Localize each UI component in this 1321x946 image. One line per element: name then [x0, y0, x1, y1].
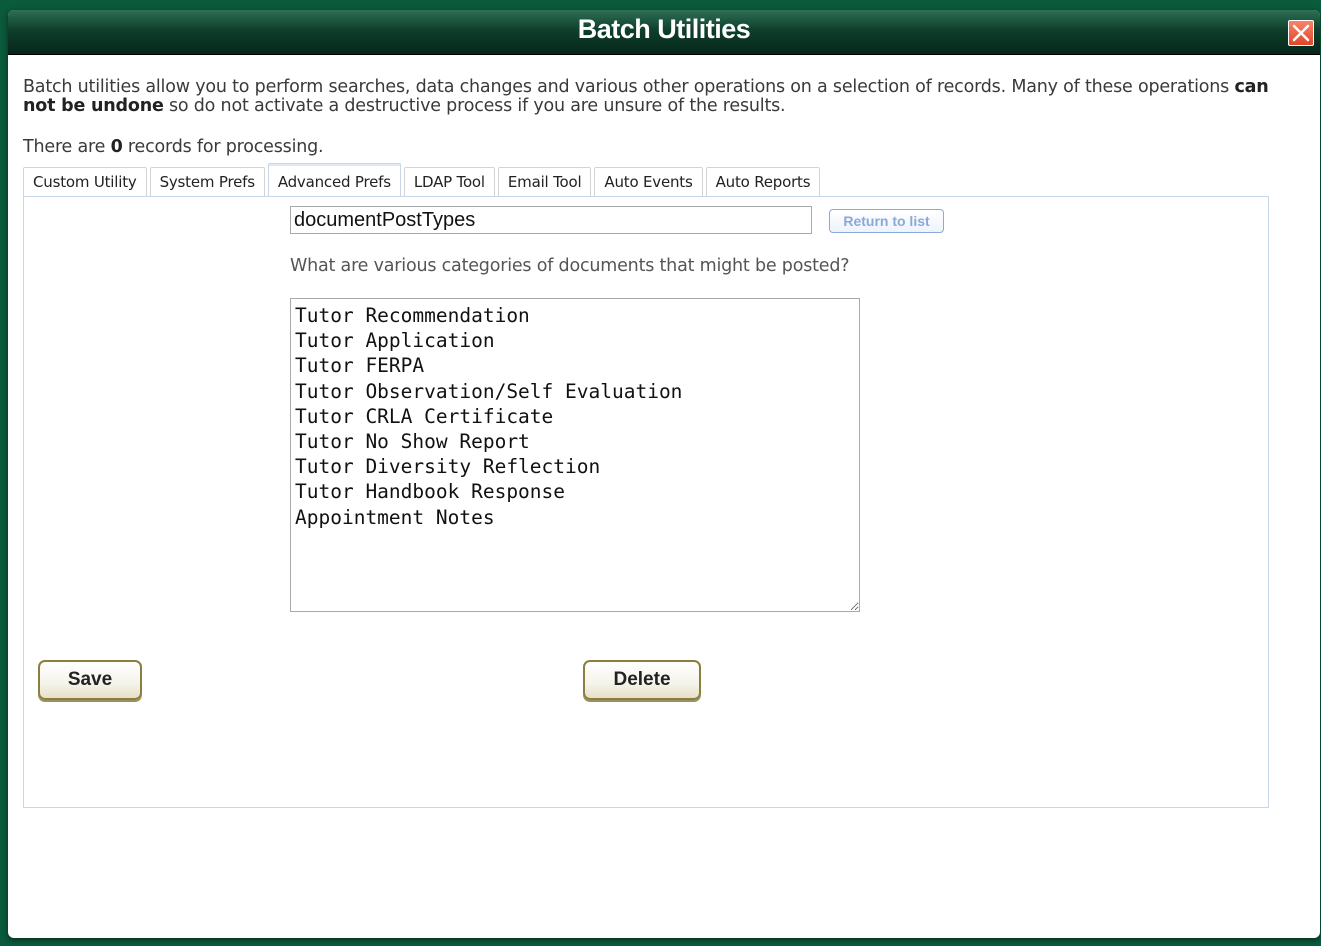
intro-text-end: so do not activate a destructive process… — [163, 96, 786, 116]
records-suffix: records for processing. — [122, 137, 324, 157]
return-to-list-button[interactable]: Return to list — [829, 209, 944, 233]
tab-advanced-prefs[interactable]: Advanced Prefs — [267, 163, 401, 196]
records-count: 0 — [110, 137, 123, 157]
dialog-titlebar[interactable]: Batch Utilities — [8, 10, 1320, 55]
tab-system-prefs[interactable]: System Prefs — [149, 167, 265, 196]
delete-button[interactable]: Delete — [583, 660, 701, 700]
dialog-intro: Batch utilities allow you to perform sea… — [23, 78, 1280, 158]
pref-name-input[interactable] — [290, 206, 812, 234]
save-button[interactable]: Save — [38, 660, 142, 700]
advanced-prefs-panel: Return to list What are various categori… — [23, 196, 1269, 808]
close-button[interactable] — [1288, 20, 1314, 46]
pref-description: What are various categories of documents… — [290, 256, 850, 276]
pref-values-textarea[interactable] — [290, 298, 860, 612]
tab-custom-utility[interactable]: Custom Utility — [23, 167, 147, 196]
utility-tabs: Custom Utility System Prefs Advanced Pre… — [23, 162, 823, 196]
records-count-text: There are 0 records for processing. — [23, 137, 1280, 157]
tab-auto-reports[interactable]: Auto Reports — [705, 167, 821, 196]
records-prefix: There are — [23, 137, 111, 157]
intro-text-start: Batch utilities allow you to perform sea… — [23, 77, 1235, 97]
tab-auto-events[interactable]: Auto Events — [594, 167, 703, 196]
dialog-title: Batch Utilities — [577, 14, 751, 44]
tab-email-tool[interactable]: Email Tool — [497, 167, 592, 196]
intro-text: Batch utilities allow you to perform sea… — [23, 78, 1280, 116]
batch-utilities-dialog: Batch Utilities Batch utilities allow yo… — [8, 10, 1320, 938]
tab-ldap-tool[interactable]: LDAP Tool — [403, 167, 495, 196]
close-icon — [1292, 24, 1310, 42]
